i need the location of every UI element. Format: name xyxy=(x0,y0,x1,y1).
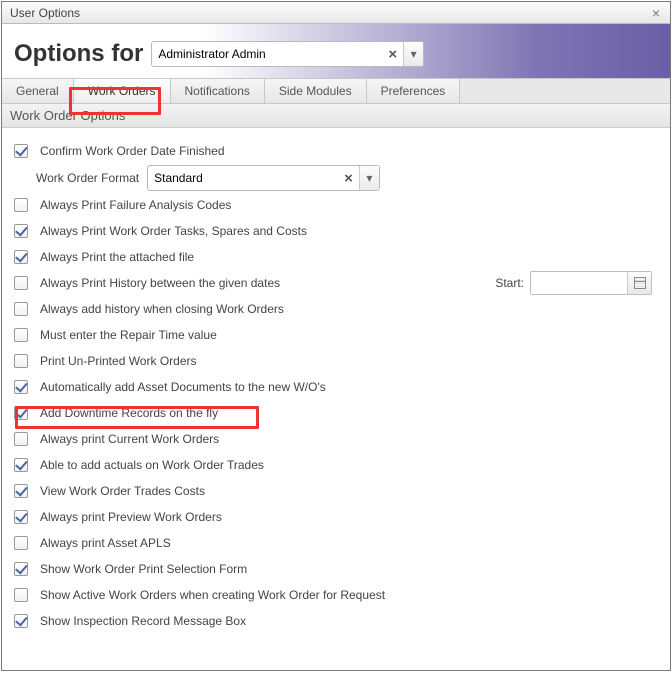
option-label: Automatically add Asset Documents to the… xyxy=(40,380,326,394)
checkbox[interactable] xyxy=(14,614,28,628)
option-row: Automatically add Asset Documents to the… xyxy=(12,374,660,400)
option-row: View Work Order Trades Costs xyxy=(12,478,660,504)
option-row: Confirm Work Order Date Finished xyxy=(12,138,660,164)
work-order-format-row: Work Order Format × ▾ xyxy=(12,164,660,192)
wof-label: Work Order Format xyxy=(36,171,139,185)
titlebar: User Options × xyxy=(2,2,670,24)
checkbox[interactable] xyxy=(14,224,28,238)
section-heading: Work Order Options xyxy=(2,104,670,128)
tab-general[interactable]: General xyxy=(2,79,74,103)
option-label: Must enter the Repair Time value xyxy=(40,328,217,342)
checkbox[interactable] xyxy=(14,250,28,264)
checkbox[interactable] xyxy=(14,510,28,524)
option-label: Able to add actuals on Work Order Trades xyxy=(40,458,264,472)
option-label: Always print Asset APLS xyxy=(40,536,171,550)
option-row: Show Work Order Print Selection Form xyxy=(12,556,660,582)
option-label: Always print Current Work Orders xyxy=(40,432,219,446)
tab-preferences[interactable]: Preferences xyxy=(367,79,461,103)
user-combo[interactable]: × ▾ xyxy=(151,41,424,67)
user-field[interactable] xyxy=(152,42,382,66)
option-label: View Work Order Trades Costs xyxy=(40,484,205,498)
option-label: Show Active Work Orders when creating Wo… xyxy=(40,588,385,602)
user-options-window: User Options × Options for × ▾ General W… xyxy=(1,1,671,671)
option-label: Always Print the attached file xyxy=(40,250,194,264)
option-label: Print Un-Printed Work Orders xyxy=(40,354,197,368)
option-label: Show Work Order Print Selection Form xyxy=(40,562,247,576)
option-row: Print Un-Printed Work Orders xyxy=(12,348,660,374)
start-date-field[interactable] xyxy=(530,271,652,295)
option-label: Add Downtime Records on the fly xyxy=(40,406,218,420)
option-label: Show Inspection Record Message Box xyxy=(40,614,246,628)
checkbox[interactable] xyxy=(14,276,28,290)
option-row: Always print Asset APLS xyxy=(12,530,660,556)
checkbox[interactable] xyxy=(14,536,28,550)
clear-icon[interactable]: × xyxy=(382,46,403,63)
option-row: Add Downtime Records on the fly xyxy=(12,400,660,426)
option-label: Confirm Work Order Date Finished xyxy=(40,144,225,158)
checkbox[interactable] xyxy=(14,588,28,602)
checkbox[interactable] xyxy=(14,432,28,446)
option-row: Able to add actuals on Work Order Trades xyxy=(12,452,660,478)
option-row: Show Active Work Orders when creating Wo… xyxy=(12,582,660,608)
checkbox[interactable] xyxy=(14,302,28,316)
close-icon[interactable]: × xyxy=(648,2,664,24)
window-title: User Options xyxy=(10,2,80,24)
checkbox[interactable] xyxy=(14,198,28,212)
option-row: Always print Preview Work Orders xyxy=(12,504,660,530)
option-label: Always Print Failure Analysis Codes xyxy=(40,198,231,212)
option-row: Always Print History between the given d… xyxy=(12,270,660,296)
checkbox[interactable] xyxy=(14,144,28,158)
start-date-input[interactable] xyxy=(531,272,627,294)
tab-notifications[interactable]: Notifications xyxy=(171,79,265,103)
checkbox[interactable] xyxy=(14,562,28,576)
option-label: Always Print Work Order Tasks, Spares an… xyxy=(40,224,307,238)
options-panel: Confirm Work Order Date Finished Work Or… xyxy=(2,128,670,638)
checkbox[interactable] xyxy=(14,406,28,420)
option-row: Must enter the Repair Time value xyxy=(12,322,660,348)
option-row: Always Print Work Order Tasks, Spares an… xyxy=(12,218,660,244)
tab-side-modules[interactable]: Side Modules xyxy=(265,79,367,103)
wof-field[interactable] xyxy=(148,166,338,190)
option-row: Always print Current Work Orders xyxy=(12,426,660,452)
chevron-down-icon[interactable]: ▾ xyxy=(359,166,379,190)
chevron-down-icon[interactable]: ▾ xyxy=(403,42,423,66)
option-label: Always add history when closing Work Ord… xyxy=(40,302,284,316)
option-row: Show Inspection Record Message Box xyxy=(12,608,660,634)
option-label: Always print Preview Work Orders xyxy=(40,510,222,524)
calendar-icon[interactable] xyxy=(627,272,651,294)
tab-bar: General Work Orders Notifications Side M… xyxy=(2,78,670,104)
checkbox[interactable] xyxy=(14,484,28,498)
clear-icon[interactable]: × xyxy=(338,170,359,187)
checkbox[interactable] xyxy=(14,458,28,472)
header-band: Options for × ▾ xyxy=(2,24,670,78)
option-row: Always Print Failure Analysis Codes xyxy=(12,192,660,218)
option-label: Always Print History between the given d… xyxy=(40,276,280,290)
start-block: Start: xyxy=(495,271,660,295)
checkbox[interactable] xyxy=(14,354,28,368)
checkbox[interactable] xyxy=(14,380,28,394)
checkbox[interactable] xyxy=(14,328,28,342)
wof-combo[interactable]: × ▾ xyxy=(147,165,380,191)
option-row: Always add history when closing Work Ord… xyxy=(12,296,660,322)
header-label: Options for xyxy=(14,40,143,68)
option-row: Always Print the attached file xyxy=(12,244,660,270)
tab-work-orders[interactable]: Work Orders xyxy=(74,79,171,103)
start-label: Start: xyxy=(495,276,524,290)
